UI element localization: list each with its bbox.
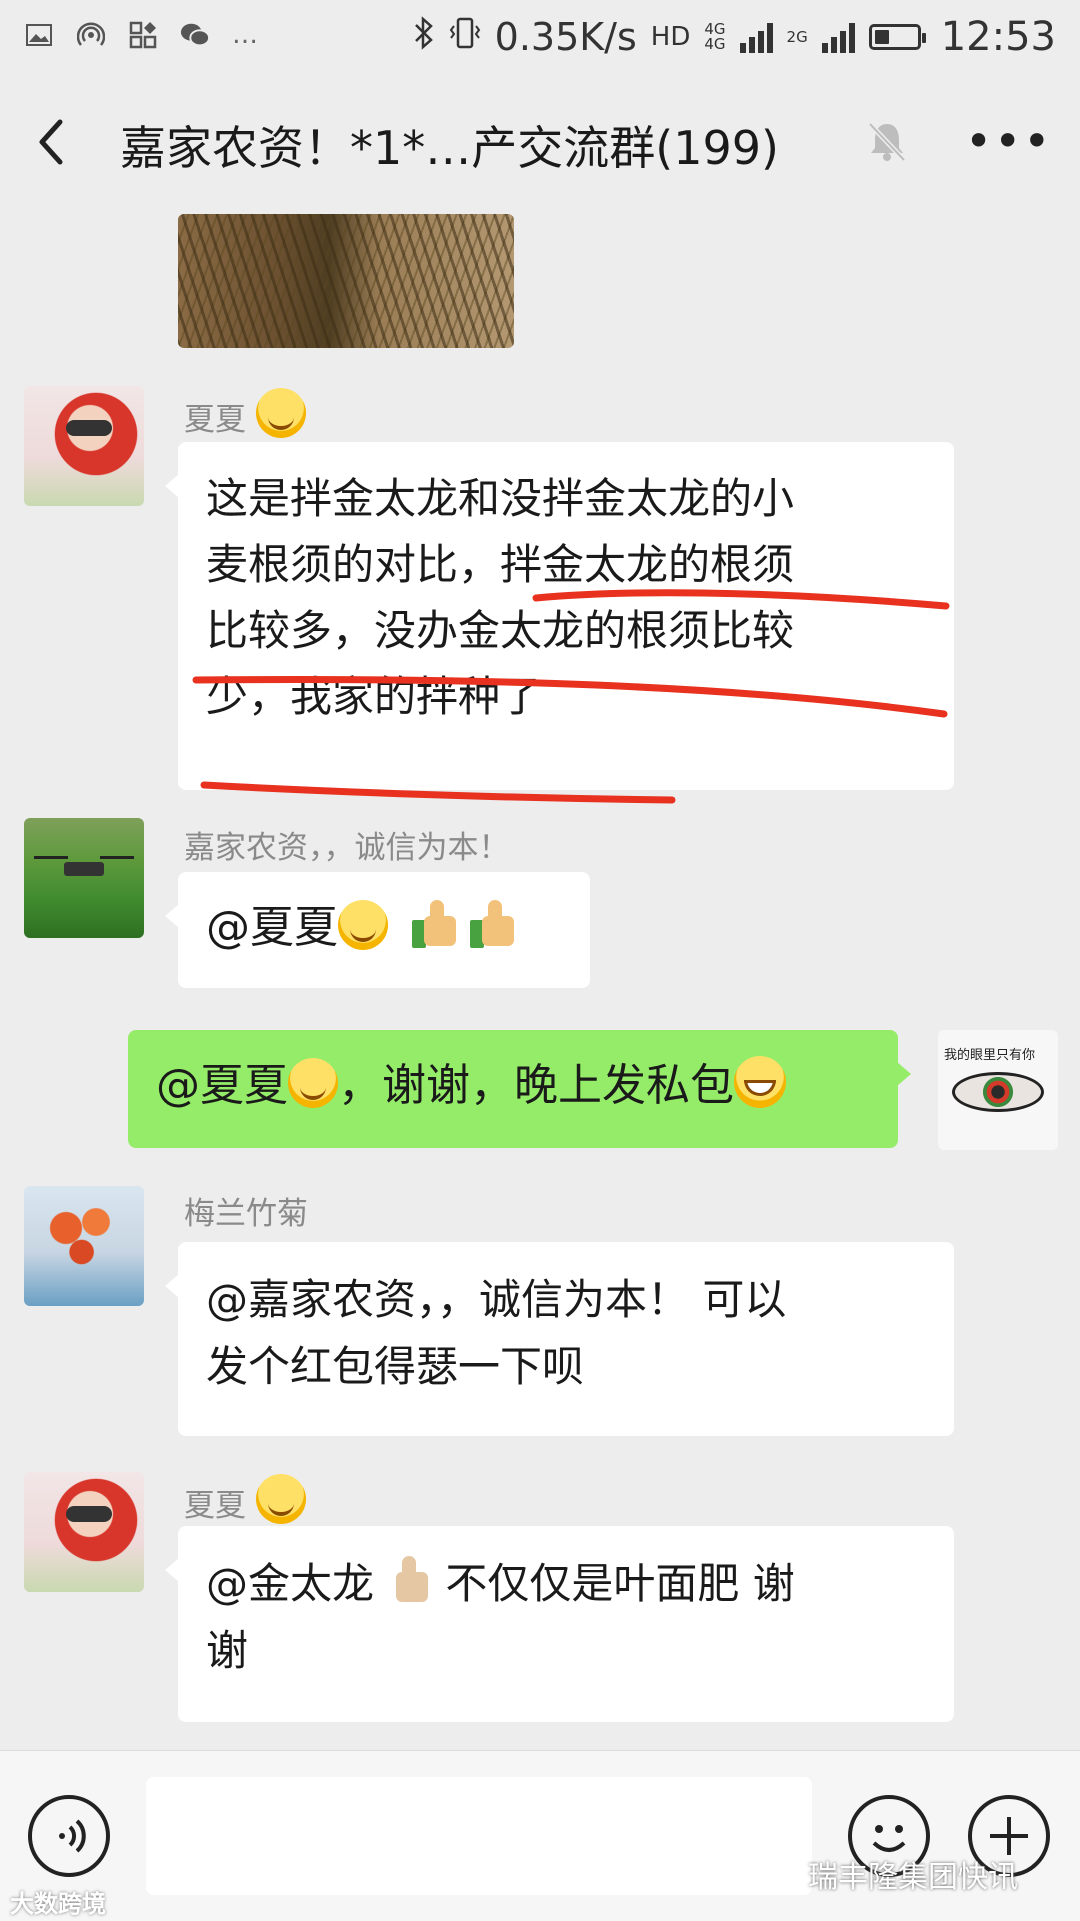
message-input[interactable]	[146, 1777, 812, 1895]
smile-emoji-icon	[338, 900, 388, 950]
message-bubble[interactable]: @夏夏	[165, 872, 590, 988]
sender-name: 夏夏	[184, 1474, 306, 1525]
sender-name: 嘉家农资，，诚信为本！	[184, 830, 510, 866]
avatar-jiajia[interactable]	[24, 818, 144, 938]
sender-name: 梅兰竹菊	[184, 1196, 308, 1232]
smile-emoji-icon	[288, 1058, 338, 1108]
chevron-left-icon	[39, 119, 63, 165]
message-bubble[interactable]: @嘉家农资，，诚信为本！ 可以 发个红包得瑟一下呗	[165, 1242, 954, 1436]
bluetooth-icon	[413, 15, 435, 59]
mention-text: @夏夏	[156, 1060, 288, 1111]
avatar-xiaxia[interactable]	[24, 386, 144, 506]
app-grid-icon	[128, 20, 158, 50]
more-button[interactable]: •••	[965, 114, 1052, 168]
network-type-3: 2G	[786, 28, 808, 46]
voice-button[interactable]	[28, 1795, 110, 1877]
message-line: 麦根须的对比，拌金太龙的根须	[206, 540, 795, 589]
clock: 12:53	[940, 14, 1056, 60]
hd-label: HD	[650, 22, 691, 52]
message-bubble[interactable]: @金太龙 不仅仅是叶面肥 谢 谢	[165, 1526, 954, 1722]
my-avatar[interactable]: 我的眼里只有你	[938, 1030, 1058, 1150]
battery-level	[874, 30, 889, 44]
back-button[interactable]	[30, 112, 90, 182]
grin-emoji-icon	[734, 1056, 786, 1108]
vibrate-icon	[449, 15, 481, 59]
voice-icon	[59, 1819, 86, 1853]
message-line: 谢	[206, 1626, 249, 1675]
thumbs-up-icon	[380, 1554, 432, 1606]
mention-text: @金太龙	[206, 1559, 375, 1608]
avatar-caption: 我的眼里只有你	[944, 1048, 1036, 1063]
mention-text: @夏夏	[206, 902, 338, 953]
network-type-2: 4G	[704, 35, 726, 53]
smile-emoji-icon	[255, 388, 306, 438]
chat-title: 嘉家农资！*1*…产交流群(199)	[120, 121, 779, 175]
avatar-xiaxia[interactable]	[24, 1472, 144, 1592]
sender-name-text: 夏夏	[184, 1488, 246, 1524]
battery-icon	[868, 24, 926, 50]
network-speed: 0.35K/s	[494, 15, 637, 59]
message-text: ，谢谢，晚上发私包	[338, 1060, 734, 1111]
watermark-right: 瑞丰隆集团快讯	[808, 1860, 1018, 1895]
sender-name: 夏夏	[184, 388, 306, 439]
hotspot-icon	[76, 20, 106, 50]
more-notifications: …	[232, 20, 260, 50]
network-type: 4G 4G	[704, 22, 725, 52]
message-line: @嘉家农资，，诚信为本！ 可以	[206, 1275, 787, 1324]
mute-bell-icon	[862, 116, 918, 172]
message-line: 发个红包得瑟一下呗	[206, 1342, 585, 1391]
message-line: @金太龙 不仅仅是叶面肥 谢	[206, 1550, 926, 1617]
message-line: 少，我家的拌种了	[206, 672, 543, 721]
my-message-bubble[interactable]: @夏夏 ，谢谢，晚上发私包	[128, 1030, 911, 1148]
status-bar: … 0.35K/s HD 4G 4G 2G 12:53	[0, 0, 1080, 76]
message-line: 这是拌金太龙和没拌金太龙的小	[206, 474, 795, 523]
message-line: 比较多，没办金太龙的根须比较	[206, 606, 795, 655]
signal-icon	[739, 21, 773, 53]
message-bubble[interactable]: 这是拌金太龙和没拌金太龙的小 麦根须的对比，拌金太龙的根须 比较多，没办金太龙的…	[165, 442, 954, 790]
thumbs-up-icon	[466, 898, 518, 950]
chat-header: 嘉家农资！*1*…产交流群(199) •••	[0, 80, 1080, 210]
watermark-left: 大数跨境	[10, 1890, 106, 1918]
eye-icon	[952, 1072, 1044, 1112]
chat-area[interactable]: 夏夏 这是拌金太龙和没拌金太龙的小 麦根须的对比，拌金太龙的根须 比较多，没办金…	[0, 210, 1080, 1750]
smile-emoji-icon	[255, 1474, 306, 1524]
gallery-icon	[24, 20, 54, 50]
wechat-icon	[180, 20, 210, 50]
message-text: 不仅仅是叶面肥 谢	[445, 1559, 795, 1608]
wheat-root-photo[interactable]	[178, 214, 514, 348]
avatar-meilanzhuju[interactable]	[24, 1186, 144, 1306]
signal-icon-2	[821, 21, 855, 53]
sender-name-text: 夏夏	[184, 402, 246, 438]
thumbs-up-icon	[408, 898, 460, 950]
